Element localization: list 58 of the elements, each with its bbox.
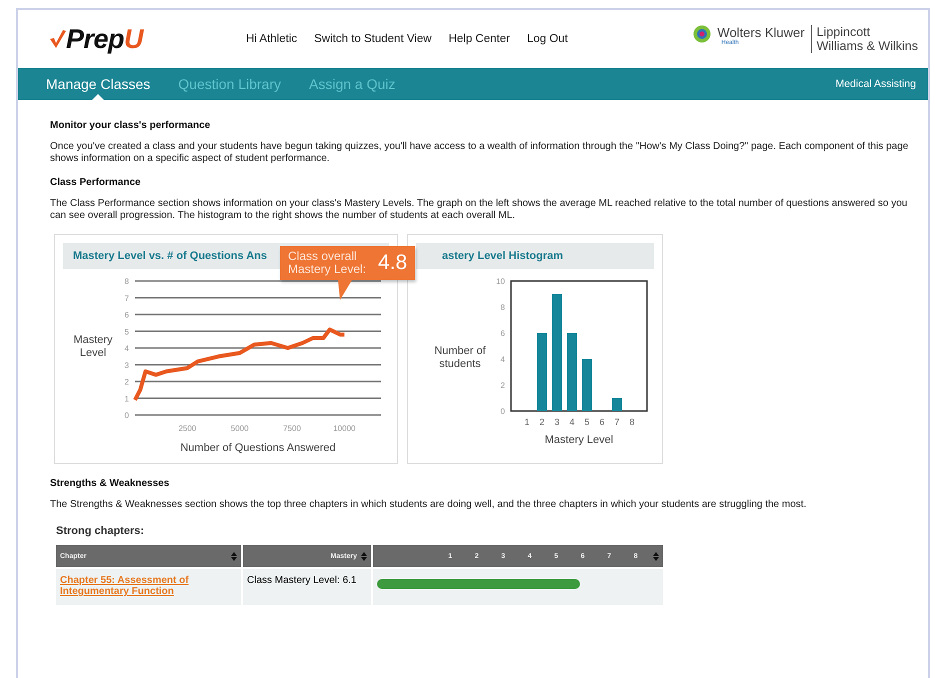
section-heading: Monitor your class's performance — [50, 120, 212, 131]
header-link[interactable]: Switch to Student View — [314, 33, 432, 45]
y-tick-label: 2 — [500, 381, 505, 390]
y-tick-label: 4 — [124, 344, 129, 353]
x-tick-label: 2 — [540, 417, 544, 427]
y-tick-label: 6 — [124, 310, 129, 320]
y-tick-label: 0 — [500, 407, 505, 416]
x-axis-label: Number of Questions Answered — [180, 442, 336, 454]
x-tick-label: 4 — [570, 417, 574, 427]
chart-title: astery Level Histogram — [416, 243, 654, 269]
y-tick-label: 2 — [124, 378, 129, 386]
y-tick-label: 8 — [124, 277, 129, 286]
x-tick-label: 10000 — [333, 424, 356, 433]
mastery-cell: Class Mastery Level: 6.1 — [243, 569, 371, 605]
histogram-bar — [612, 398, 622, 411]
section-heading: Class Performance — [50, 177, 142, 188]
y-tick-label: 4 — [500, 355, 505, 364]
y-axis-label: Number of students — [434, 345, 486, 370]
header-link[interactable]: Hi Athletic — [246, 33, 298, 45]
imprint-name: Lippincott — [816, 25, 872, 39]
imprint-name: Williams & Wilkins — [816, 39, 918, 53]
x-tick-label: 8 — [630, 417, 634, 427]
x-tick-label: 1 — [524, 417, 530, 427]
y-tick-label: 3 — [124, 360, 129, 370]
x-axis-label: Mastery Level — [544, 434, 614, 446]
course-name: Medical Assisting — [835, 78, 916, 90]
callout-label: Class overall — [288, 250, 358, 263]
x-tick-label: 5000 — [230, 424, 249, 433]
section-text: The Class Performance section shows information on your class's Mastery Levels. The graph on the left shows the average ML reached relative to the total number of questions answered so you can see overall progression. The histogram to the right shows the number of students at each overall ML. — [50, 198, 908, 222]
y-tick-label: 0 — [124, 411, 129, 420]
y-tick-label: 5 — [124, 327, 129, 336]
globe-logo-icon — [693, 25, 712, 43]
y-tick-label: 10 — [496, 277, 505, 286]
nav-tab[interactable]: Manage Classes — [46, 68, 150, 100]
section-text: The Strengths & Weaknesses section shows the top three chapters in which students are doing well, and the three chapters in which your students are struggling the most. — [50, 499, 808, 511]
publisher-name: Wolters Kluwer — [717, 25, 805, 40]
y-tick-label: 6 — [500, 329, 505, 338]
y-tick-label: 8 — [500, 303, 505, 312]
table-caption: Strong chapters: — [56, 525, 146, 537]
section-text: Once you've created a class and your students have begun taking quizzes, you'll have access to a wealth of information through the "How's My Class Doing?" page. Each component of this page shows information on a specific aspect of student performance. — [50, 141, 910, 165]
sort-icon[interactable] — [231, 552, 237, 560]
sort-icon[interactable] — [361, 552, 367, 560]
x-tick-label: 7 — [614, 417, 620, 427]
x-tick-label: 7500 — [283, 424, 301, 433]
header-link[interactable]: Log Out — [526, 33, 568, 45]
check-mark-icon — [50, 30, 66, 48]
x-tick-label: 5 — [584, 417, 590, 427]
y-tick-label: 7 — [124, 294, 129, 303]
histogram-bar — [582, 359, 592, 411]
section-heading: Strengths & Weaknesses — [50, 478, 170, 489]
sort-icon[interactable] — [653, 552, 659, 560]
y-tick-label: 1 — [124, 394, 129, 404]
x-tick-label: 2500 — [178, 424, 196, 433]
x-tick-label: 3 — [554, 417, 560, 427]
x-tick-label: 6 — [600, 417, 604, 427]
header-link[interactable]: Help Center — [448, 33, 510, 45]
logo-text: PrepU — [66, 24, 144, 54]
y-axis-label: Mastery Level — [73, 334, 113, 359]
